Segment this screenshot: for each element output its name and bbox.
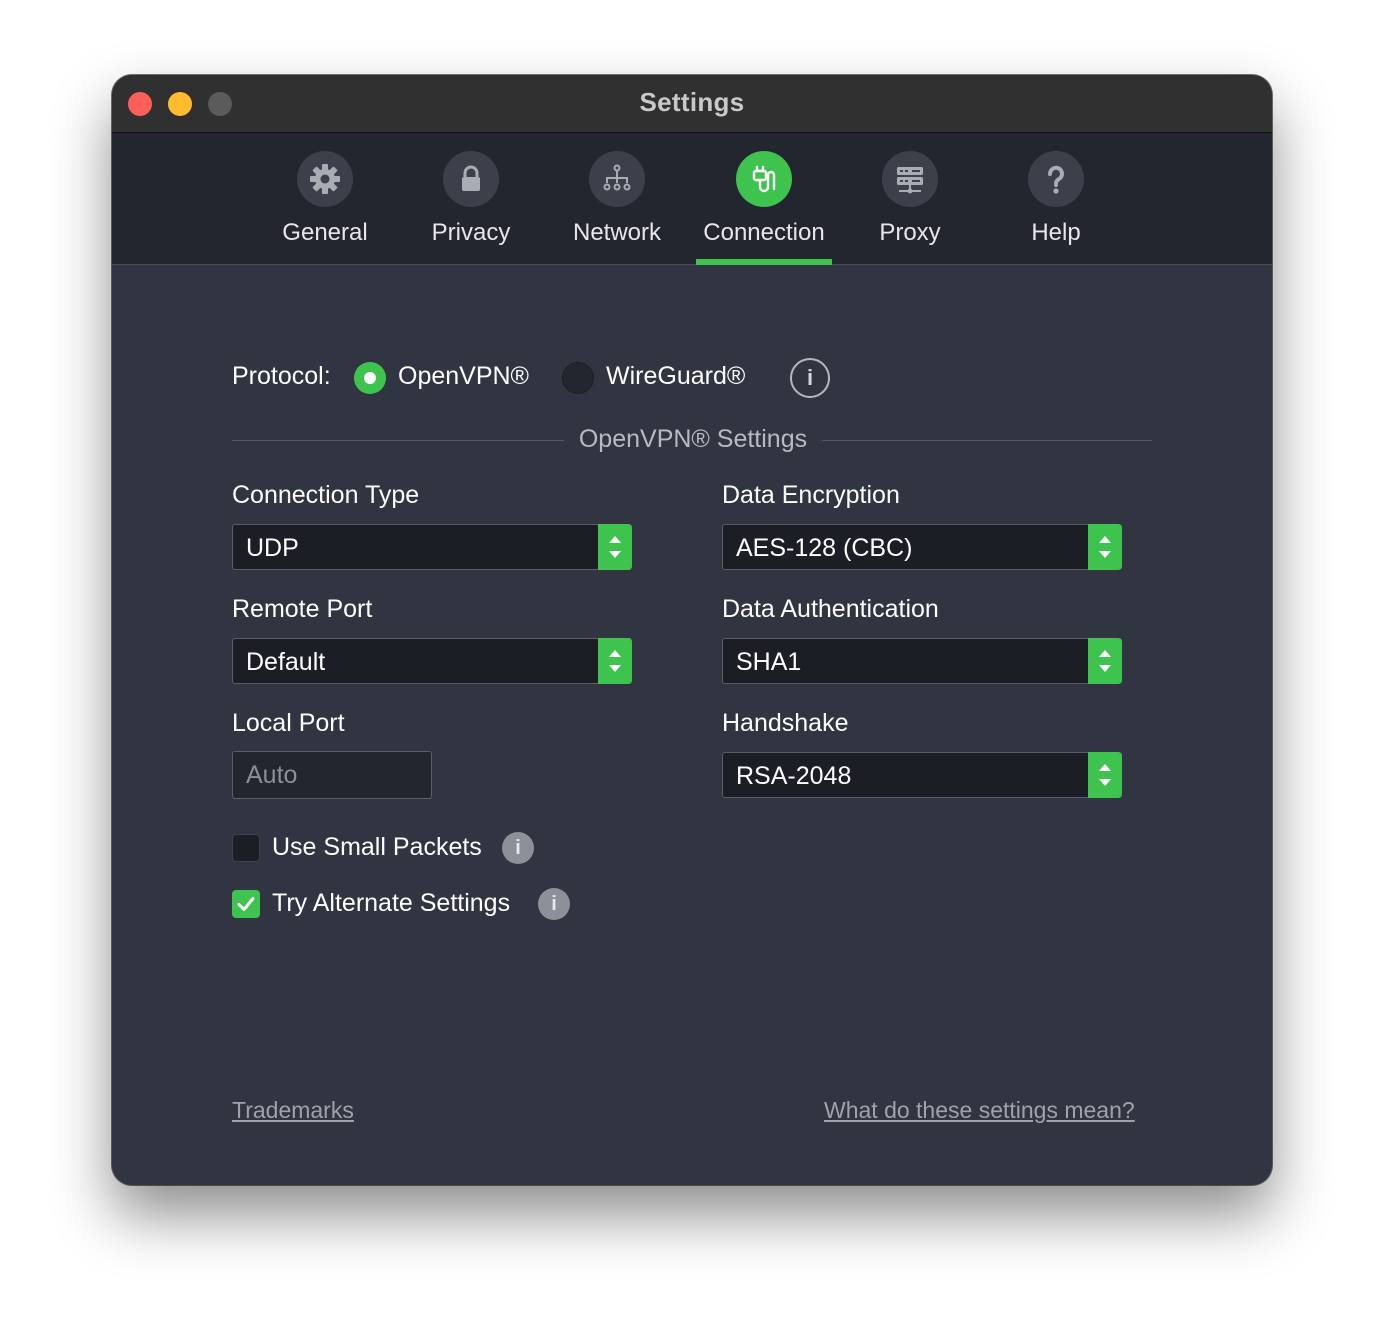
wireguard-radio-label[interactable]: WireGuard® — [606, 362, 745, 391]
protocol-info-icon[interactable]: i — [790, 358, 830, 398]
window-title: Settings — [639, 87, 745, 117]
checkmark-icon — [237, 897, 255, 911]
data-authentication-label: Data Authentication — [722, 595, 939, 623]
data-authentication-select[interactable]: SHA1 — [722, 638, 1122, 684]
stepper-arrows-icon — [1099, 536, 1111, 558]
tab-privacy-label: Privacy — [431, 219, 511, 246]
plug-icon — [736, 151, 792, 207]
section-title: OpenVPN® Settings — [578, 425, 808, 453]
connection-type-stepper[interactable] — [598, 524, 632, 570]
server-icon — [882, 151, 938, 207]
remote-port-value: Default — [246, 648, 326, 676]
connection-type-select[interactable]: UDP — [232, 524, 632, 570]
settings-toolbar: General Privacy Network Connection Proxy… — [112, 133, 1272, 265]
network-icon — [589, 151, 645, 207]
tab-privacy[interactable]: Privacy — [401, 133, 541, 264]
tab-connection[interactable]: Connection — [694, 133, 834, 265]
alternate-settings-label[interactable]: Try Alternate Settings — [272, 889, 510, 918]
title-bar: Settings — [112, 75, 1272, 133]
data-encryption-value: AES-128 (CBC) — [736, 534, 913, 562]
openvpn-radio[interactable] — [354, 362, 386, 394]
remote-port-select[interactable]: Default — [232, 638, 632, 684]
handshake-label: Handshake — [722, 709, 849, 737]
trademarks-link[interactable]: Trademarks — [232, 1097, 354, 1124]
small-packets-label[interactable]: Use Small Packets — [272, 833, 482, 862]
stepper-arrows-icon — [1099, 650, 1111, 672]
remote-port-label: Remote Port — [232, 595, 373, 623]
data-encryption-select[interactable]: AES-128 (CBC) — [722, 524, 1122, 570]
tab-help-label: Help — [1031, 219, 1081, 246]
stepper-arrows-icon — [1099, 764, 1111, 786]
handshake-value: RSA-2048 — [736, 762, 852, 790]
local-port-label: Local Port — [232, 709, 345, 737]
stepper-arrows-icon — [609, 650, 621, 672]
tab-proxy[interactable]: Proxy — [840, 133, 980, 264]
handshake-select[interactable]: RSA-2048 — [722, 752, 1122, 798]
tab-general[interactable]: General — [255, 133, 395, 264]
data-authentication-stepper[interactable] — [1088, 638, 1122, 684]
alternate-settings-checkbox[interactable] — [232, 890, 260, 918]
connection-settings-panel: Protocol: OpenVPN® WireGuard® i OpenVPN®… — [112, 265, 1272, 1185]
question-icon — [1028, 151, 1084, 207]
section-divider-right — [822, 440, 1152, 441]
connection-type-label: Connection Type — [232, 481, 420, 509]
stepper-arrows-icon — [609, 536, 621, 558]
settings-help-link[interactable]: What do these settings mean? — [824, 1097, 1135, 1124]
tab-general-label: General — [282, 219, 368, 246]
section-divider-left — [232, 440, 564, 441]
protocol-label: Protocol: — [232, 362, 331, 390]
lock-icon — [443, 151, 499, 207]
data-encryption-label: Data Encryption — [722, 481, 900, 509]
settings-window: Settings General Privacy Network Connect… — [112, 75, 1272, 1185]
small-packets-checkbox[interactable] — [232, 834, 260, 862]
local-port-input[interactable]: Auto — [232, 751, 432, 799]
tab-network[interactable]: Network — [547, 133, 687, 264]
tab-proxy-label: Proxy — [879, 219, 941, 246]
handshake-stepper[interactable] — [1088, 752, 1122, 798]
data-authentication-value: SHA1 — [736, 648, 802, 676]
wireguard-radio[interactable] — [562, 362, 594, 394]
remote-port-stepper[interactable] — [598, 638, 632, 684]
tab-network-label: Network — [572, 219, 662, 246]
connection-type-value: UDP — [246, 534, 299, 562]
tab-help[interactable]: Help — [986, 133, 1126, 264]
tab-connection-label: Connection — [703, 219, 825, 246]
gear-icon — [297, 151, 353, 207]
data-encryption-stepper[interactable] — [1088, 524, 1122, 570]
small-packets-info-icon[interactable]: i — [502, 832, 534, 864]
openvpn-radio-label[interactable]: OpenVPN® — [398, 362, 529, 391]
alternate-settings-info-icon[interactable]: i — [538, 888, 570, 920]
